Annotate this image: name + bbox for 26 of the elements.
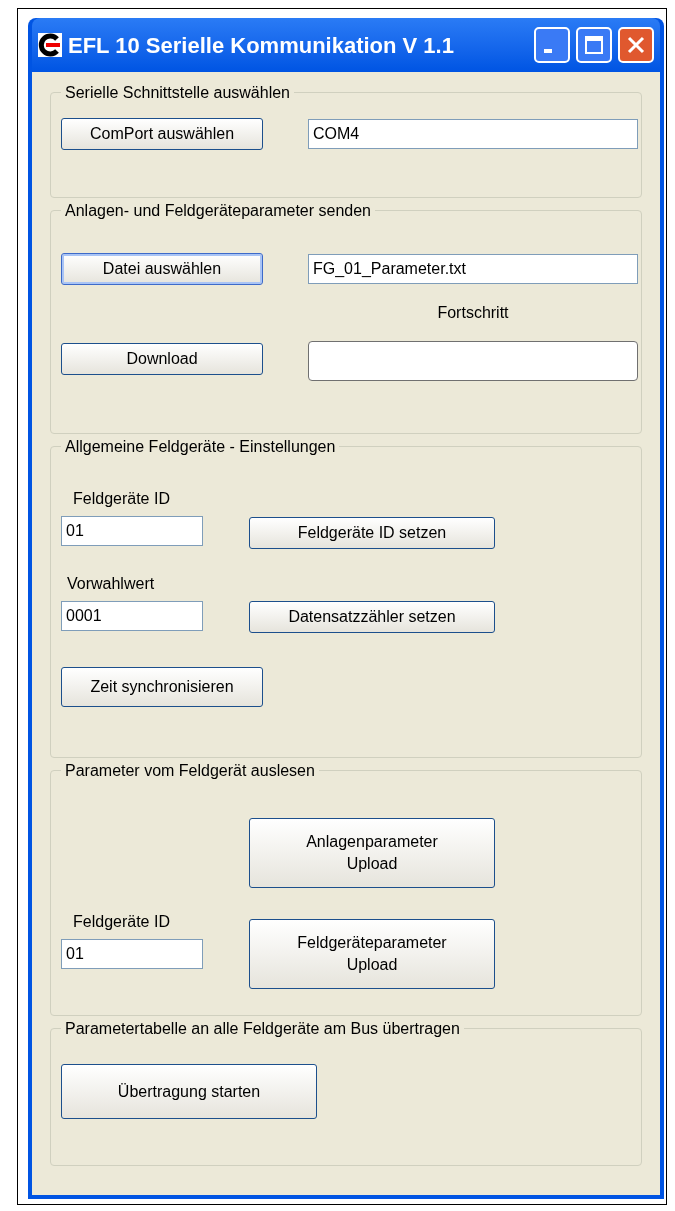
field-label: Fortschritt	[436, 303, 510, 323]
text-field[interactable]: 0001	[61, 601, 203, 631]
minimize-button[interactable]	[534, 27, 570, 63]
push-button[interactable]: Zeit synchronisieren	[61, 667, 263, 707]
field-label: Feldgeräte ID	[73, 489, 170, 509]
close-button[interactable]	[618, 27, 654, 63]
text-field[interactable]: COM4	[308, 119, 638, 149]
window-title: EFL 10 Serielle Kommunikation V 1.1	[68, 31, 455, 60]
app-logo-icon	[38, 33, 62, 57]
minimize-icon	[544, 49, 552, 53]
text-field[interactable]: FG_01_Parameter.txt	[308, 254, 638, 284]
maximize-button[interactable]	[576, 27, 612, 63]
push-button[interactable]: Feldgeräteparameter Upload	[249, 919, 495, 989]
field-label: Feldgeräte ID	[73, 912, 170, 932]
push-button[interactable]: Übertragung starten	[61, 1064, 317, 1119]
text-field[interactable]: 01	[61, 939, 203, 969]
push-button[interactable]: Datensatzzähler setzen	[249, 601, 495, 633]
field-label: Vorwahlwert	[67, 574, 155, 594]
push-button[interactable]: Anlagenparameter Upload	[249, 818, 495, 888]
push-button[interactable]: Feldgeräte ID setzen	[249, 517, 495, 549]
push-button[interactable]: Datei auswählen	[61, 253, 263, 285]
push-button[interactable]: Download	[61, 343, 263, 375]
text-field[interactable]: 01	[61, 516, 203, 546]
push-button[interactable]: ComPort auswählen	[61, 118, 263, 150]
close-icon	[626, 35, 646, 55]
maximize-icon	[584, 35, 604, 55]
